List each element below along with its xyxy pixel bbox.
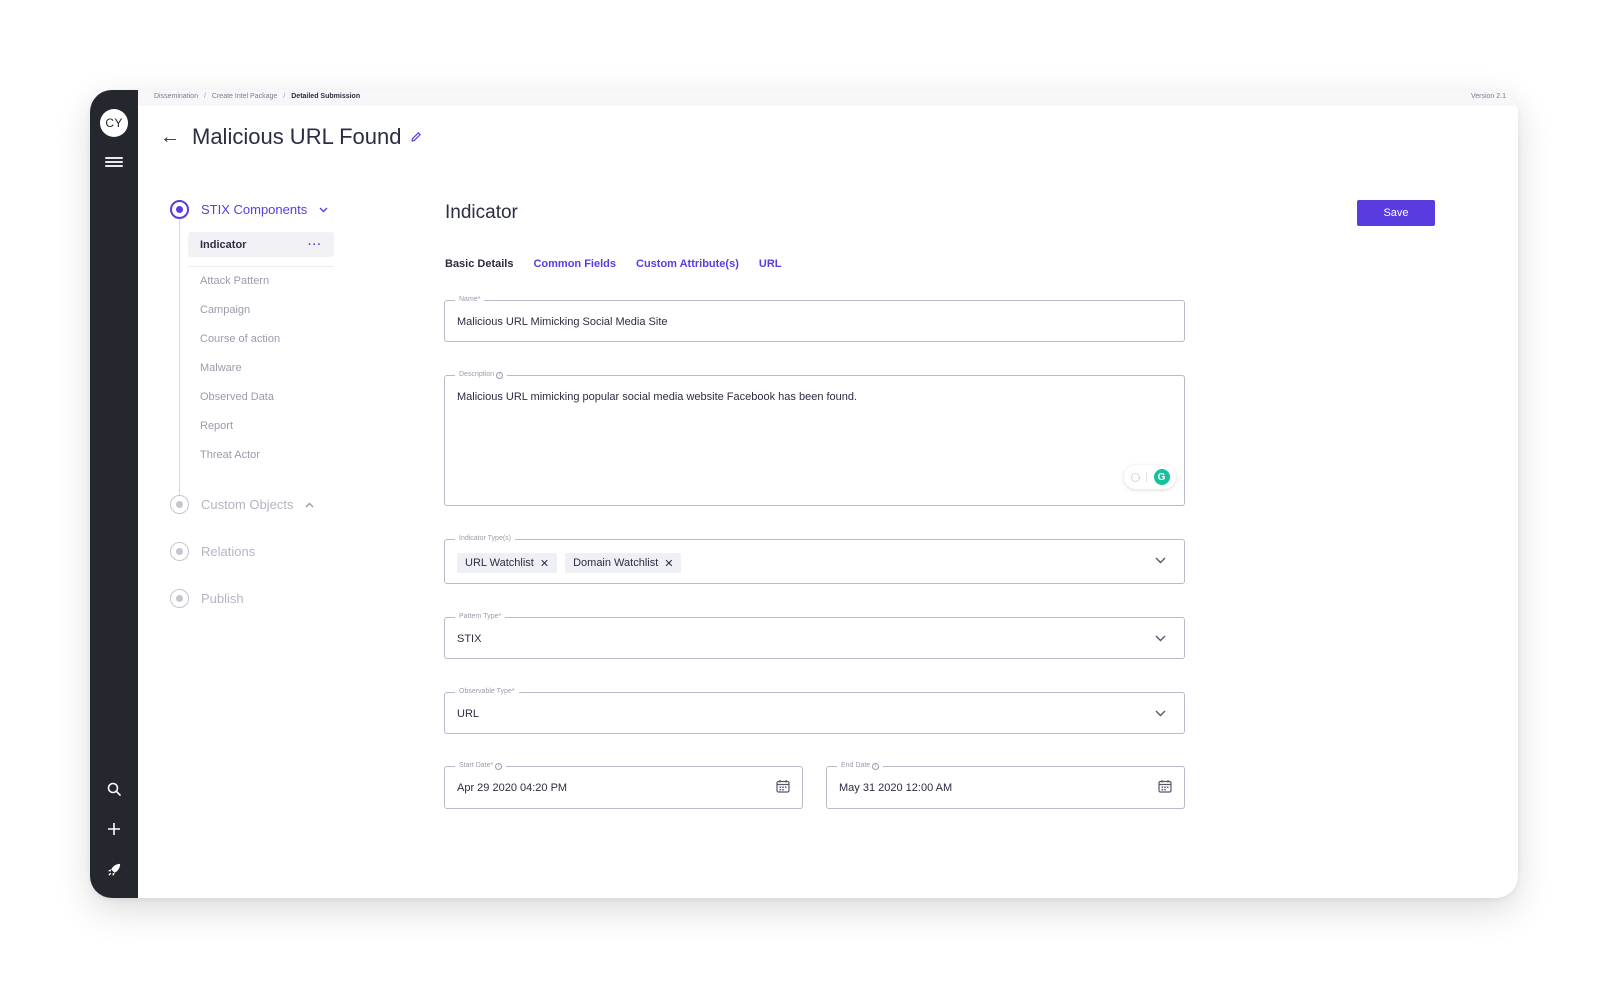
info-icon: i	[495, 762, 503, 770]
tab-basic-details[interactable]: Basic Details	[445, 258, 513, 270]
breadcrumb-separator: /	[203, 93, 206, 100]
tab-custom-attributes[interactable]: Custom Attribute(s)	[636, 258, 739, 270]
info-icon: i	[872, 762, 880, 770]
more-options-icon[interactable]: ···	[308, 239, 322, 251]
chevron-down-icon[interactable]	[1155, 635, 1166, 642]
chevron-down-icon[interactable]	[1155, 557, 1166, 564]
pattern-type-value: STIX	[457, 633, 482, 645]
page-title: Malicious URL Found	[192, 124, 402, 149]
top-bar: Dissemination / Create Intel Package / D…	[138, 90, 1518, 106]
chevron-down-icon[interactable]	[319, 207, 328, 213]
form-header: Indicator	[445, 202, 1185, 224]
chip-list: URL Watchlist ✕ Domain Watchlist ✕	[457, 553, 682, 573]
hamburger-menu-icon[interactable]	[105, 155, 123, 169]
step-label[interactable]: Custom Objects	[201, 497, 293, 512]
start-date-value: Apr 29 2020 04:20 PM	[457, 782, 568, 794]
chevron-down-icon[interactable]	[1155, 710, 1166, 717]
list-item[interactable]: Course of action	[188, 325, 334, 354]
form-tabs: Basic Details Common Fields Custom Attri…	[445, 258, 781, 270]
section-title: Indicator	[445, 202, 518, 223]
step-custom-objects[interactable]: Custom Objects	[170, 495, 314, 514]
list-item[interactable]: Observed Data	[188, 383, 334, 412]
edit-pencil-icon[interactable]	[410, 131, 422, 143]
step-indicator-icon	[170, 589, 189, 608]
icon-rail: CY	[90, 90, 138, 898]
breadcrumb-separator: /	[283, 93, 286, 100]
version-label: Version 2.1	[1470, 93, 1506, 100]
step-publish[interactable]: Publish	[170, 589, 244, 608]
field-label: Observable Type*	[455, 687, 519, 697]
list-item[interactable]: Report	[188, 412, 334, 441]
step-indicator-icon	[170, 200, 189, 219]
step-relations[interactable]: Relations	[170, 542, 255, 561]
list-item[interactable]: Malware	[188, 354, 334, 383]
field-label: Name*	[455, 295, 485, 305]
chip-url-watchlist: URL Watchlist ✕	[457, 553, 558, 573]
breadcrumb-current: Detailed Submission	[291, 93, 361, 100]
rocket-icon[interactable]	[103, 858, 125, 880]
avatar[interactable]: CY	[100, 109, 128, 137]
page-header: ← Malicious URL Found	[160, 124, 422, 150]
breadcrumb: Dissemination / Create Intel Package / D…	[154, 93, 360, 100]
description-textarea[interactable]: Description i Malicious URL mimicking pop…	[444, 370, 1185, 506]
calendar-icon[interactable]	[1158, 779, 1172, 793]
power-icon[interactable]	[1130, 472, 1140, 482]
list-item-label: Indicator	[200, 238, 247, 251]
list-item[interactable]: Campaign	[188, 296, 334, 325]
end-date-value: May 31 2020 12:00 AM	[839, 782, 953, 794]
chip-domain-watchlist: Domain Watchlist ✕	[565, 553, 682, 573]
description-value: Malicious URL mimicking popular social m…	[457, 391, 858, 403]
stix-components-list: Indicator ··· Attack Pattern Campaign Co…	[188, 232, 334, 470]
name-value: Malicious URL Mimicking Social Media Sit…	[457, 316, 668, 328]
start-date-field[interactable]: Start Date* i Apr 29 2020 04:20 PM	[444, 761, 803, 809]
field-label: Pattern Type*	[455, 612, 506, 622]
step-label[interactable]: STIX Components	[201, 202, 307, 217]
divider	[1146, 472, 1147, 482]
end-date-field[interactable]: End Date i May 31 2020 12:00 AM	[826, 761, 1185, 809]
step-label[interactable]: Relations	[201, 544, 255, 559]
step-indicator-icon	[170, 542, 189, 561]
rail-bottom-actions	[90, 778, 138, 880]
plus-icon[interactable]	[103, 818, 125, 840]
pattern-type-select[interactable]: Pattern Type* STIX	[444, 612, 1185, 659]
step-label[interactable]: Publish	[201, 591, 244, 606]
field-label: Start Date* i	[455, 761, 507, 771]
save-button[interactable]: Save	[1357, 200, 1435, 226]
grammarly-icon[interactable]: G	[1153, 469, 1170, 485]
app-window: CY Dissemination / Create Intel Package …	[90, 90, 1518, 898]
list-item[interactable]: Attack Pattern	[188, 267, 334, 296]
calendar-icon[interactable]	[776, 779, 790, 793]
info-icon: i	[496, 371, 504, 379]
observable-type-select[interactable]: Observable Type* URL	[444, 687, 1185, 734]
tab-common-fields[interactable]: Common Fields	[533, 258, 616, 270]
step-indicator-icon	[170, 495, 189, 514]
search-icon[interactable]	[103, 778, 125, 800]
remove-chip-icon[interactable]: ✕	[540, 557, 549, 570]
stepper-line	[179, 219, 180, 504]
name-field[interactable]: Name* Malicious URL Mimicking Social Med…	[444, 295, 1185, 342]
indicator-types-select[interactable]: Indicator Type(s) URL Watchlist ✕ Domain …	[444, 534, 1185, 584]
remove-chip-icon[interactable]: ✕	[664, 557, 673, 570]
field-label: Indicator Type(s)	[455, 534, 516, 544]
chevron-up-icon[interactable]	[305, 502, 314, 508]
field-label: End Date i	[837, 761, 884, 771]
observable-type-value: URL	[457, 708, 480, 720]
breadcrumb-item-dissemination[interactable]: Dissemination	[154, 93, 198, 100]
tab-url[interactable]: URL	[759, 258, 782, 270]
back-arrow-icon[interactable]: ←	[160, 127, 180, 147]
step-stix-components[interactable]: STIX Components	[170, 200, 328, 219]
field-label: Description i	[455, 370, 508, 380]
breadcrumb-item-create-intel-package[interactable]: Create Intel Package	[212, 93, 277, 100]
grammarly-widget[interactable]: G	[1124, 465, 1176, 489]
list-item[interactable]: Threat Actor	[188, 441, 334, 470]
list-item-indicator[interactable]: Indicator ···	[188, 232, 334, 257]
